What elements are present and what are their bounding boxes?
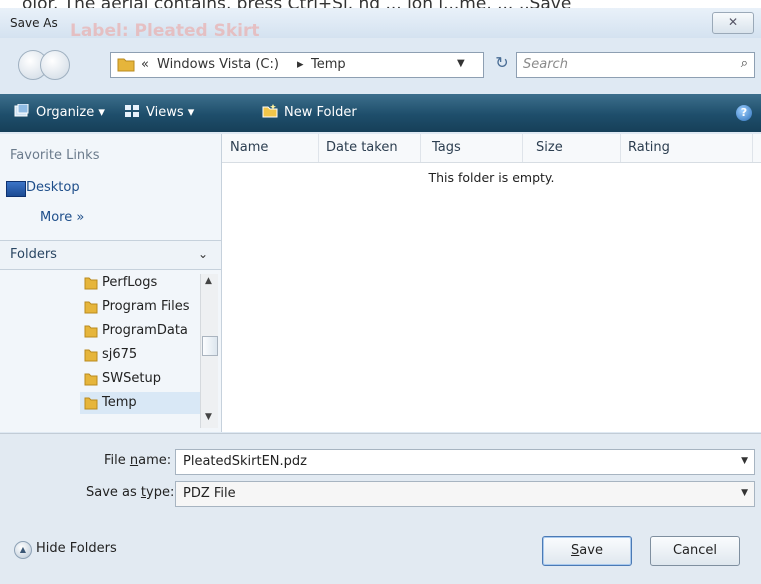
save-type-select[interactable]: PDZ File ▼ — [175, 481, 755, 507]
column-name[interactable]: Name — [230, 140, 268, 155]
navigation-pane: Favorite Links Desktop More » Folders ⌄ … — [0, 134, 222, 432]
tree-item-label: Temp — [102, 395, 137, 410]
title-bar: Save As Label: Pleated Skirt ✕ — [0, 8, 761, 41]
tree-item-label: PerfLogs — [102, 275, 158, 290]
refresh-icon[interactable]: ↻ — [490, 52, 514, 76]
empty-folder-message: This folder is empty. — [428, 170, 555, 185]
command-toolbar: Organize ▾ Views ▾ New Folder ? — [0, 94, 761, 132]
save-type-label: Save as type: — [86, 485, 175, 500]
scroll-thumb[interactable] — [202, 336, 218, 356]
organize-button[interactable]: Organize ▾ — [14, 94, 105, 132]
tree-item-label: sj675 — [102, 347, 138, 362]
breadcrumb-chevron[interactable]: « — [141, 57, 149, 72]
column-divider[interactable] — [752, 134, 753, 162]
views-icon — [125, 105, 139, 117]
search-icon[interactable]: ⌕ — [741, 56, 748, 71]
favorite-link-desktop[interactable]: Desktop — [6, 180, 80, 197]
views-label: Views ▾ — [146, 105, 195, 120]
cancel-button[interactable]: Cancel — [650, 536, 740, 566]
scroll-up-icon[interactable]: ▲ — [205, 276, 212, 286]
tree-item-swsetup[interactable]: SWSetup — [80, 368, 200, 390]
folder-tree: PerfLogs Program Files ProgramData sj675… — [0, 270, 221, 432]
save-options-panel: File name: PleatedSkirtEN.pdz ▼ Save as … — [0, 433, 761, 584]
hide-folders-label: Hide Folders — [36, 541, 117, 556]
filename-field[interactable]: PleatedSkirtEN.pdz ▼ — [175, 449, 755, 475]
search-placeholder: Search — [523, 57, 568, 72]
address-dropdown-icon[interactable]: ▼ — [457, 58, 465, 69]
save-type-dropdown-icon[interactable]: ▼ — [741, 488, 748, 498]
navigation-bar: « Windows Vista (C:) ▸ Temp ▼ ↻ Search ⌕ — [0, 40, 761, 88]
organize-icon — [14, 104, 29, 117]
new-folder-label: New Folder — [284, 105, 357, 120]
tree-item-label: Program Files — [102, 299, 190, 314]
breadcrumb-drive[interactable]: Windows Vista (C:) — [157, 57, 279, 72]
tree-item-programdata[interactable]: ProgramData — [80, 320, 200, 342]
more-links-button[interactable]: More » — [40, 210, 84, 225]
column-divider[interactable] — [420, 134, 421, 162]
new-folder-button[interactable]: New Folder — [262, 94, 357, 132]
views-button[interactable]: Views ▾ — [124, 94, 194, 132]
ghost-label: Label: Pleated Skirt — [70, 21, 260, 41]
help-icon[interactable]: ? — [736, 105, 752, 121]
breadcrumb-temp[interactable]: Temp — [311, 57, 346, 72]
collapse-arrow-icon: ▲ — [14, 541, 32, 559]
save-as-dialog: Save As Label: Pleated Skirt ✕ « Windows… — [0, 8, 761, 584]
column-divider[interactable] — [318, 134, 319, 162]
column-date-taken[interactable]: Date taken — [326, 140, 398, 155]
column-header-row: Name Date taken Tags Size Rating — [222, 134, 761, 163]
folders-header[interactable]: Folders ⌄ — [0, 240, 221, 270]
column-divider[interactable] — [620, 134, 621, 162]
column-tags[interactable]: Tags — [432, 140, 461, 155]
tree-item-perflogs[interactable]: PerfLogs — [80, 272, 200, 294]
folder-icon — [84, 325, 98, 338]
filename-value: PleatedSkirtEN.pdz — [183, 454, 307, 469]
column-size[interactable]: Size — [536, 140, 563, 155]
favorite-links-heading: Favorite Links — [10, 148, 100, 163]
filename-dropdown-icon[interactable]: ▼ — [741, 456, 748, 466]
column-rating[interactable]: Rating — [628, 140, 670, 155]
folder-icon — [84, 277, 98, 290]
new-folder-icon — [262, 104, 278, 118]
window-title: Save As — [10, 16, 58, 30]
tree-item-program-files[interactable]: Program Files — [80, 296, 200, 318]
save-type-value: PDZ File — [183, 486, 236, 501]
tree-item-sj675[interactable]: sj675 — [80, 344, 200, 366]
breadcrumb-separator[interactable]: ▸ — [297, 57, 304, 72]
folder-icon — [117, 58, 135, 72]
desktop-label: Desktop — [26, 180, 80, 195]
folder-icon — [84, 397, 98, 410]
tree-item-label: SWSetup — [102, 371, 161, 386]
forward-button[interactable] — [40, 50, 70, 80]
close-button[interactable]: ✕ — [712, 12, 754, 34]
folder-icon — [84, 373, 98, 386]
scroll-down-icon[interactable]: ▼ — [205, 412, 212, 422]
chevron-down-icon: ⌄ — [198, 247, 209, 261]
folder-tree-scrollbar[interactable]: ▲ ▼ — [200, 274, 218, 428]
desktop-icon — [6, 181, 26, 197]
tree-item-label: ProgramData — [102, 323, 188, 338]
search-input[interactable]: Search ⌕ — [516, 52, 755, 78]
folder-icon — [84, 349, 98, 362]
file-list: Name Date taken Tags Size Rating This fo… — [222, 134, 761, 432]
hide-folders-button[interactable]: ▲ Hide Folders — [14, 541, 117, 559]
organize-label: Organize ▾ — [36, 105, 105, 120]
folder-icon — [84, 301, 98, 314]
filename-label: File name: — [104, 453, 172, 468]
save-button[interactable]: Save — [542, 536, 632, 566]
folders-label: Folders — [10, 247, 57, 262]
tree-item-temp[interactable]: Temp — [80, 392, 200, 414]
address-bar[interactable]: « Windows Vista (C:) ▸ Temp ▼ — [110, 52, 484, 78]
column-divider[interactable] — [522, 134, 523, 162]
